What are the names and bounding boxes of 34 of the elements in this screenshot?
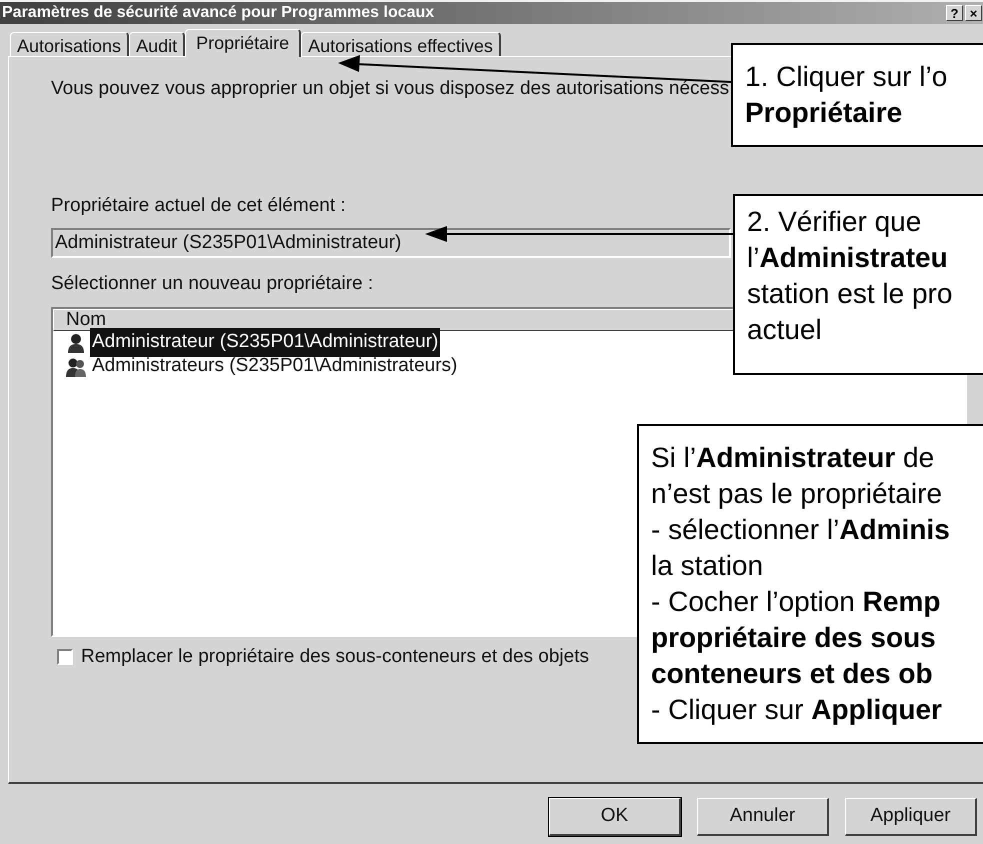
callout-text: conteneurs et des ob (651, 657, 933, 691)
callout-text: n’est pas le propriétaire (651, 477, 942, 511)
callout-text: Propriétaire (745, 96, 902, 130)
intro-text: Vous pouvez vous approprier un objet si vous disposez des autorisations nécess (51, 77, 730, 101)
callout-text: station est le pro (747, 277, 952, 311)
list-item[interactable]: Administrateur (S235P01\Administrateur) (90, 328, 440, 357)
callout-text: propriétaire des sous (651, 621, 936, 655)
callout-text: Si l’Administrateur de (651, 441, 934, 475)
field-label: Sélectionner un nouveau propriétaire : (51, 272, 374, 296)
tab[interactable]: Audit (129, 32, 186, 56)
close-button[interactable]: × (965, 5, 982, 21)
callout-text: actuel (747, 313, 822, 347)
help-button[interactable]: ? (946, 5, 963, 21)
tab[interactable]: Autorisations (10, 32, 130, 56)
owner-field: Administrateur (S235P01\Administrateur) (51, 228, 731, 258)
callout-text: 2. Vérifier que (747, 205, 922, 239)
column-header[interactable]: Nom (54, 310, 106, 330)
checkbox-label: Remplacer le propriétaire des sous-conteneurs et des objets (81, 644, 589, 668)
callout-text: - Cliquer sur Appliquer (651, 693, 942, 727)
users-icon (65, 356, 87, 378)
callout-text: - Cocher l’option Remp (651, 585, 940, 619)
callout-text: l’Administrateu (747, 241, 948, 275)
dialog-button[interactable]: Appliquer (845, 798, 977, 836)
checkbox[interactable] (57, 648, 73, 665)
callout-text: la station (651, 549, 764, 583)
user-icon (65, 332, 87, 354)
callout-text: - sélectionner l’Adminis (651, 513, 950, 547)
dialog-button[interactable]: Annuler (697, 798, 829, 836)
tab[interactable]: Propriétaire (185, 29, 302, 57)
tab[interactable]: Autorisations effectives (301, 32, 501, 56)
dialog-button[interactable]: OK (549, 798, 681, 836)
window-title: Paramètres de sécurité avancé pour Programmes locaux (1, 3, 434, 23)
field-label: Propriétaire actuel de cet élément : (51, 194, 346, 218)
callout-text: 1. Cliquer sur l’o (745, 60, 948, 94)
